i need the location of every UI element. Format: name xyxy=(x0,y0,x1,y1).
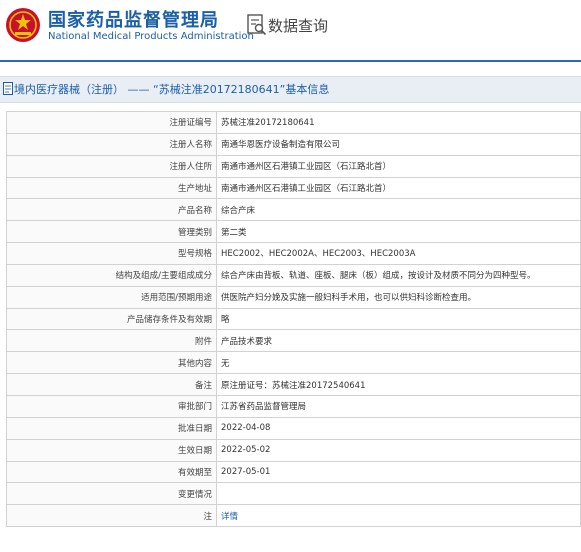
field-label: 生效日期 xyxy=(6,438,217,462)
site-header: 国家药品监督管理局 National Medical Products Admi… xyxy=(0,0,581,62)
field-label: 变更情况 xyxy=(6,482,217,506)
field-value: 原注册证号：苏械注准20172540641 xyxy=(216,373,581,396)
field-value: 江苏省药品监督管理局 xyxy=(216,394,581,418)
field-value: 略 xyxy=(216,307,581,331)
field-value: 南通市通州区石港镇工业园区（石江路北首） xyxy=(216,176,581,200)
table-row: 生产地址 南通市通州区石港镇工业园区（石江路北首） xyxy=(6,176,581,200)
table-row: 备注 原注册证号：苏械注准20172540641 xyxy=(6,373,581,396)
field-label: 产品储存条件及有效期 xyxy=(6,307,217,331)
data-query-icon[interactable] xyxy=(247,14,267,36)
table-row: 有效期至 2027-05-01 xyxy=(6,460,581,484)
field-value: 无 xyxy=(216,351,581,375)
page-title: 境内医疗器械（注册） —— “苏械注准20172180641”基本信息 xyxy=(14,83,330,96)
table-row: 审批部门 江苏省药品监督管理局 xyxy=(6,394,581,418)
field-value: 详情 xyxy=(216,504,581,528)
field-label: 结构及组成/主要组成成分 xyxy=(6,263,217,287)
field-value: 2027-05-01 xyxy=(216,460,581,484)
table-row: 注册人名称 南通华恩医疗设备制造有限公司 xyxy=(6,132,581,156)
table-row: 批准日期 2022-04-08 xyxy=(6,416,581,440)
field-label: 有效期至 xyxy=(6,460,217,484)
table-row: 注详情 xyxy=(6,504,581,528)
field-value: 苏械注准20172180641 xyxy=(216,111,581,134)
field-label: 型号规格 xyxy=(6,242,217,265)
field-value xyxy=(216,482,581,506)
field-value: 2022-05-02 xyxy=(216,438,581,462)
field-value: HEC2002、HEC2002A、HEC2003、HEC2003A xyxy=(216,242,581,265)
table-row: 产品储存条件及有效期略 xyxy=(6,307,581,331)
field-value: 综合产床 xyxy=(216,198,581,222)
field-label: 注 xyxy=(6,504,217,528)
table-row: 结构及组成/主要组成成分 综合产床由背板、轨道、座板、腿床（板）组成，按设计及材质… xyxy=(6,263,581,287)
field-label: 产品名称 xyxy=(6,198,217,222)
table-row: 产品名称 综合产床 xyxy=(6,198,581,222)
field-value: 产品技术要求 xyxy=(216,329,581,353)
field-label: 管理类别 xyxy=(6,220,217,244)
field-value: 供医院产妇分娩及实施一般妇科手术用，也可以供妇科诊断检查用。 xyxy=(216,285,581,309)
field-label: 其他内容 xyxy=(6,351,217,375)
table-row: 变更情况 xyxy=(6,482,581,506)
field-label: 生产地址 xyxy=(6,176,217,200)
page-title-bar: 境内医疗器械（注册） —— “苏械注准20172180641”基本信息 xyxy=(0,76,581,103)
details-link[interactable]: 详情 xyxy=(221,512,238,522)
field-value: 2022-04-08 xyxy=(216,416,581,440)
field-value: 第二类 xyxy=(216,220,581,244)
field-value: 综合产床由背板、轨道、座板、腿床（板）组成，按设计及材质不同分为四种型号。 xyxy=(216,263,581,287)
field-label: 批准日期 xyxy=(6,416,217,440)
table-row: 附件 产品技术要求 xyxy=(6,329,581,353)
field-label: 适用范围/预期用途 xyxy=(6,285,217,309)
field-label: 注册人名称 xyxy=(6,132,217,156)
field-value: 南通市通州区石港镇工业园区（石江路北首） xyxy=(216,154,581,178)
site-subtitle: National Medical Products Administration xyxy=(48,31,254,42)
field-value: 南通华恩医疗设备制造有限公司 xyxy=(216,132,581,156)
document-icon xyxy=(3,82,13,95)
registration-info-table: 注册证编号 苏械注准20172180641 注册人名称 南通华恩医疗设备制造有限公司注… xyxy=(6,111,581,528)
site-title[interactable]: 国家药品监督管理局 xyxy=(48,6,219,32)
field-label: 注册人住所 xyxy=(6,154,217,178)
field-label: 注册证编号 xyxy=(6,111,217,134)
table-row: 注册人住所 南通市通州区石港镇工业园区（石江路北首） xyxy=(6,154,581,178)
table-row: 适用范围/预期用途 供医院产妇分娩及实施一般妇科手术用，也可以供妇科诊断检查用。 xyxy=(6,285,581,309)
table-row: 注册证编号 苏械注准20172180641 xyxy=(6,111,581,134)
table-row: 管理类别 第二类 xyxy=(6,220,581,244)
data-query-link[interactable]: 数据查询 xyxy=(268,15,328,36)
field-label: 备注 xyxy=(6,373,217,396)
field-label: 附件 xyxy=(6,329,217,353)
header-divider xyxy=(0,60,581,62)
table-row: 其他内容无 xyxy=(6,351,581,375)
table-row: 型号规格 HEC2002、HEC2002A、HEC2003、HEC2003A xyxy=(6,242,581,265)
national-emblem-icon xyxy=(6,8,40,42)
table-row: 生效日期 2022-05-02 xyxy=(6,438,581,462)
field-label: 审批部门 xyxy=(6,394,217,418)
